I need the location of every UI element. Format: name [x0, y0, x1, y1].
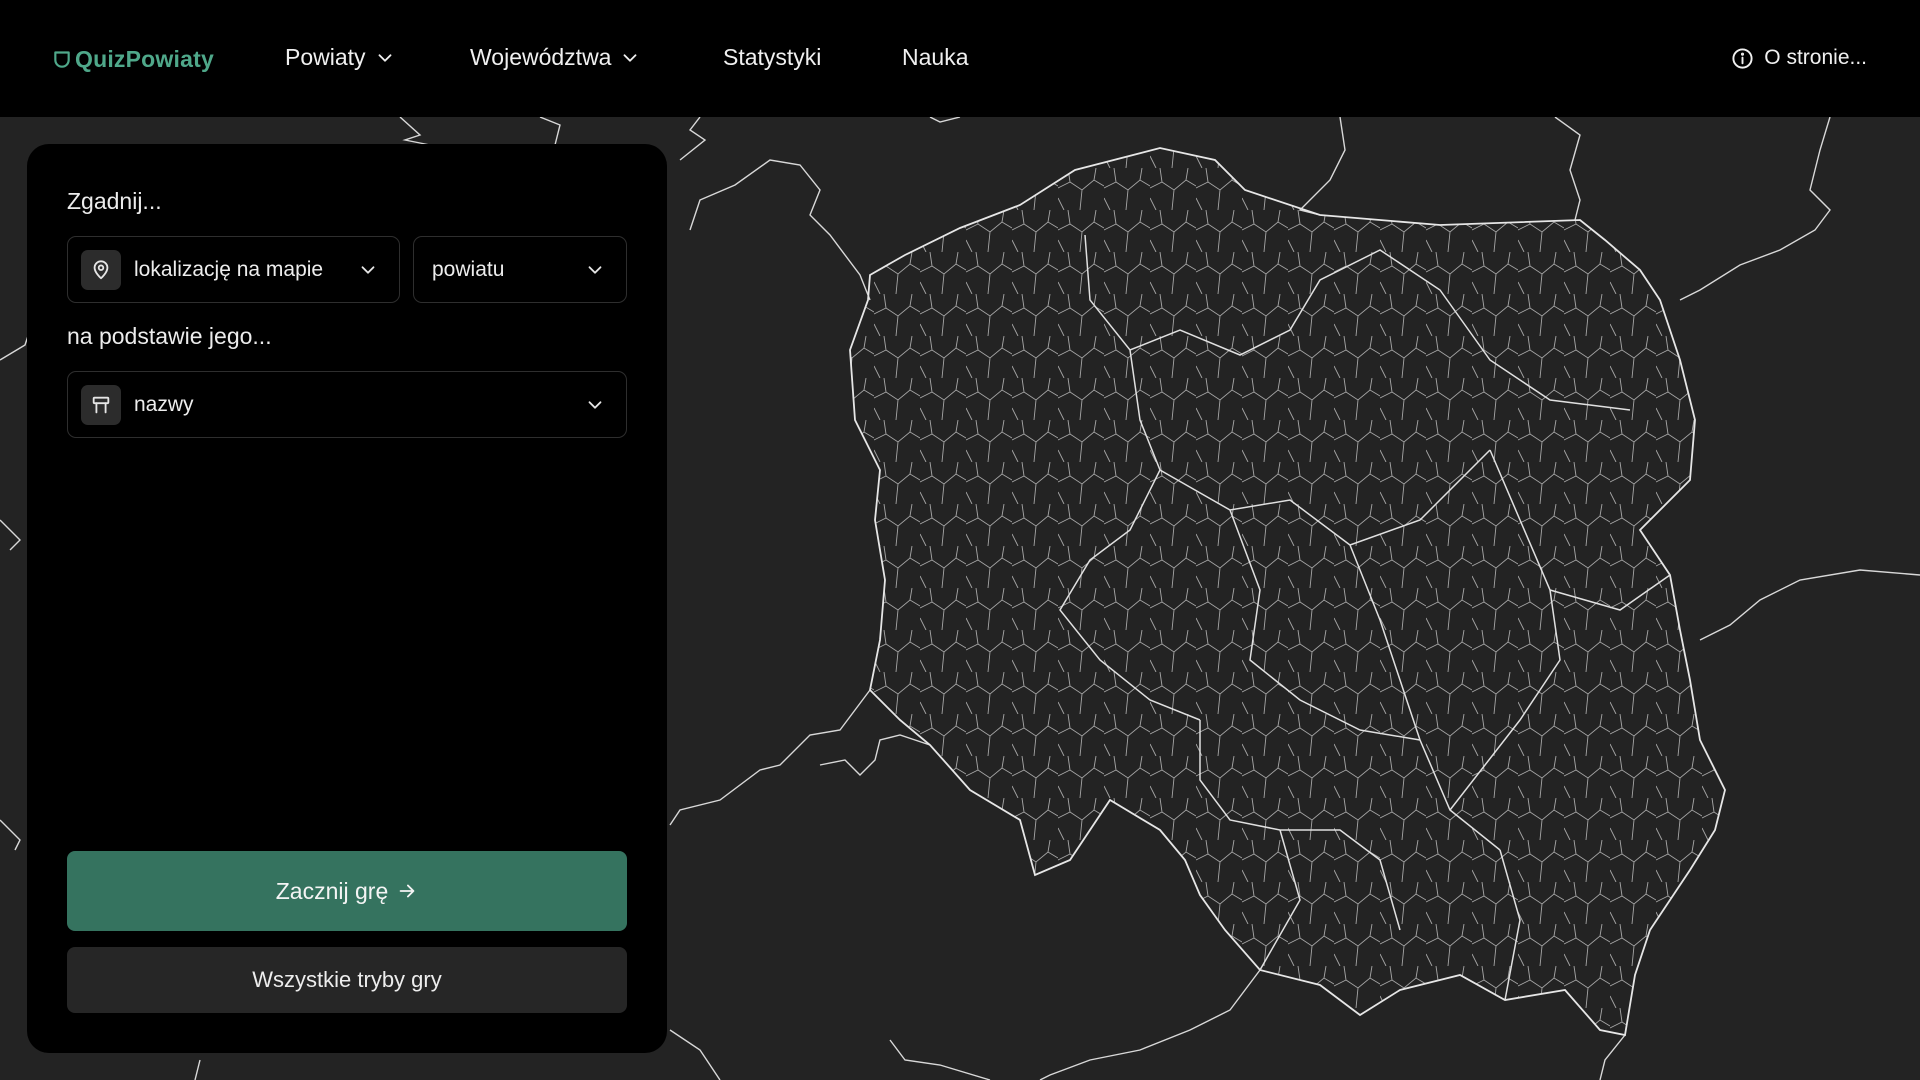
- guess-type-value: lokalizację na mapie: [134, 257, 324, 281]
- about-link[interactable]: O stronie...: [1731, 46, 1867, 70]
- nav-item-nauka[interactable]: Nauka: [902, 44, 968, 71]
- guess-type-icon-box: [81, 249, 121, 290]
- entity-type-value: powiatu: [432, 257, 505, 281]
- guess-label: Zgadnij...: [67, 188, 162, 214]
- start-game-label: Zacznij grę: [275, 877, 389, 904]
- nav-item-wojewodztwa[interactable]: Województwa: [470, 44, 641, 71]
- nav-item-label: Powiaty: [285, 44, 366, 70]
- nav-item-powiaty[interactable]: Powiaty: [285, 44, 396, 71]
- game-setup-panel: Zgadnij... lokalizację na mapie powiatu …: [27, 144, 667, 1053]
- about-label: O stronie...: [1764, 46, 1867, 69]
- chevron-down-icon: [624, 53, 637, 62]
- chevron-down-icon: [588, 266, 602, 274]
- all-game-modes-label: Wszystkie tryby gry: [252, 967, 442, 992]
- signpost-icon: [92, 396, 110, 413]
- info-icon: [1732, 47, 1753, 69]
- chevron-down-icon: [588, 401, 602, 409]
- nav-item-label: Nauka: [902, 44, 969, 70]
- based-on-label: na podstawie jego...: [67, 323, 272, 349]
- based-on-select[interactable]: nazwy: [67, 371, 627, 438]
- nav-item-statystyki[interactable]: Statystyki: [723, 44, 821, 71]
- entity-type-select[interactable]: powiatu: [413, 236, 627, 303]
- map-pin-icon: [93, 259, 109, 279]
- brand-logo-link[interactable]: QuizPowiaty: [52, 46, 214, 73]
- arrow-right-icon: [399, 884, 415, 898]
- poland-shape: [849, 147, 1726, 1037]
- shield-icon: [54, 50, 70, 68]
- based-on-value: nazwy: [134, 392, 194, 416]
- all-game-modes-button[interactable]: Wszystkie tryby gry: [67, 947, 627, 1013]
- guess-type-select[interactable]: lokalizację na mapie: [67, 236, 400, 303]
- start-game-button[interactable]: Zacznij grę: [67, 851, 627, 931]
- nav-item-label: Województwa: [470, 44, 612, 70]
- brand-name: QuizPowiaty: [75, 46, 214, 72]
- based-on-icon-box: [81, 384, 121, 425]
- chevron-down-icon: [361, 266, 375, 274]
- chevron-down-icon: [378, 53, 391, 62]
- nav-item-label: Statystyki: [723, 44, 822, 70]
- top-navigation-bar: QuizPowiaty Powiaty Województwa Statysty…: [0, 0, 1920, 117]
